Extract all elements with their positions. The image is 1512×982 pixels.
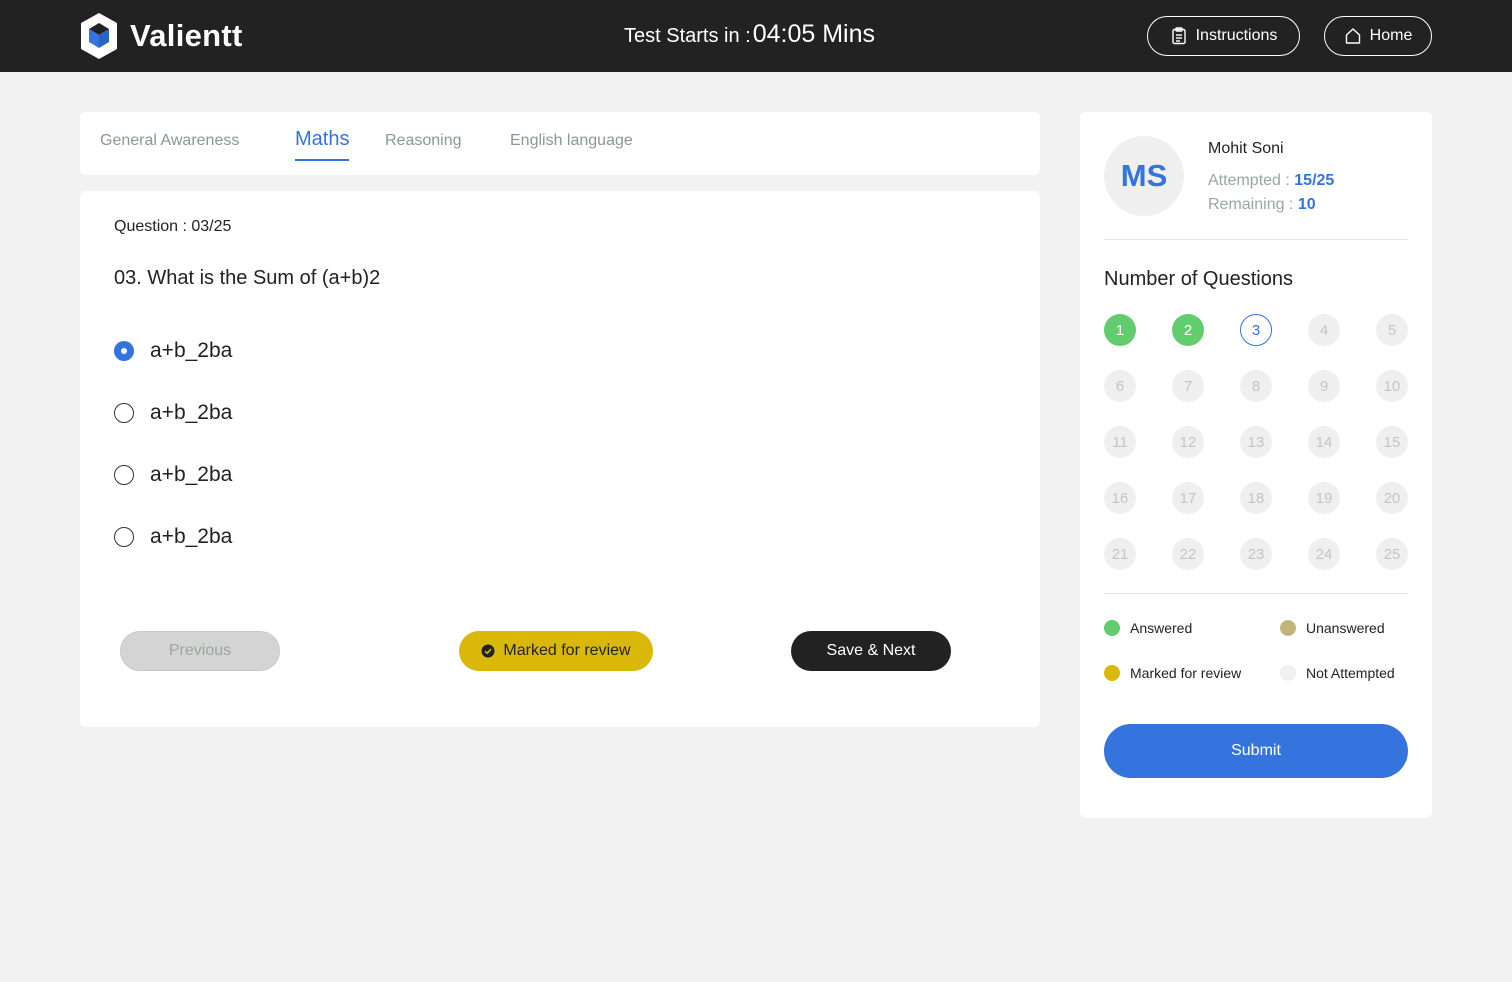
legend-not-attempted: Not Attempted — [1280, 665, 1395, 681]
subject-tabs: General Awareness Maths Reasoning Englis… — [80, 112, 1040, 175]
question-number-23[interactable]: 23 — [1240, 538, 1272, 570]
option-label: a+b_2ba — [150, 339, 233, 362]
instructions-label: Instructions — [1195, 27, 1278, 44]
legend-label: Answered — [1130, 620, 1193, 636]
attempted-label: Attempted : — [1208, 172, 1295, 189]
question-number-10[interactable]: 10 — [1376, 370, 1408, 402]
legend-dot-icon — [1280, 665, 1296, 681]
question-number-3[interactable]: 3 — [1240, 314, 1272, 346]
question-number-19[interactable]: 19 — [1308, 482, 1340, 514]
question-number-8[interactable]: 8 — [1240, 370, 1272, 402]
home-button[interactable]: Home — [1324, 16, 1432, 56]
question-number-12[interactable]: 12 — [1172, 426, 1204, 458]
question-grid: 1 2 3 4 5 6 7 8 9 10 11 12 13 14 15 16 17 18 19 20 21 22 23 24 2… — [1104, 314, 1408, 570]
question-number-6[interactable]: 6 — [1104, 370, 1136, 402]
legend-dot-icon — [1104, 665, 1120, 681]
question-number-21[interactable]: 21 — [1104, 538, 1136, 570]
previous-button[interactable]: Previous — [120, 631, 280, 671]
divider — [1104, 593, 1408, 594]
tab-maths[interactable]: Maths — [295, 128, 350, 161]
home-icon — [1345, 28, 1360, 44]
progress-panel: MS Mohit Soni Attempted : 15/25 Remainin… — [1080, 112, 1432, 818]
top-bar: Valientt Test Starts in : 04:05 Mins Ins… — [0, 0, 1512, 72]
question-number-25[interactable]: 25 — [1376, 538, 1408, 570]
question-number-17[interactable]: 17 — [1172, 482, 1204, 514]
legend-answered: Answered — [1104, 620, 1192, 636]
legend-label: Not Attempted — [1306, 665, 1395, 681]
question-number-24[interactable]: 24 — [1308, 538, 1340, 570]
timer: Test Starts in : 04:05 Mins — [624, 20, 875, 49]
remaining-value: 10 — [1297, 196, 1316, 213]
logo[interactable]: Valientt — [80, 12, 243, 60]
legend-dot-icon — [1280, 620, 1296, 636]
radio[interactable] — [114, 403, 134, 423]
question-number-22[interactable]: 22 — [1172, 538, 1204, 570]
question-number-18[interactable]: 18 — [1240, 482, 1272, 514]
question-counter: Question : 03/25 — [114, 218, 232, 235]
remaining-label: Remaining : — [1208, 196, 1298, 213]
avatar: MS — [1104, 136, 1184, 216]
timer-label: Test Starts in : — [624, 25, 751, 47]
remaining-stat: Remaining : 10 — [1208, 196, 1316, 214]
question-number-14[interactable]: 14 — [1308, 426, 1340, 458]
question-text: 03. What is the Sum of (a+b)2 — [114, 267, 381, 289]
radio-selected[interactable] — [114, 341, 134, 361]
save-next-button[interactable]: Save & Next — [791, 631, 951, 671]
option-4[interactable]: a+b_2ba — [114, 525, 232, 549]
question-number-13[interactable]: 13 — [1240, 426, 1272, 458]
option-label: a+b_2ba — [150, 525, 233, 548]
option-1[interactable]: a+b_2ba — [114, 339, 232, 363]
question-number-20[interactable]: 20 — [1376, 482, 1408, 514]
legend-unanswered: Unanswered — [1280, 620, 1385, 636]
home-label: Home — [1369, 27, 1413, 44]
question-number-1[interactable]: 1 — [1104, 314, 1136, 346]
instructions-button[interactable]: Instructions — [1147, 16, 1300, 56]
user-name: Mohit Soni — [1208, 140, 1284, 157]
legend-label: Unanswered — [1306, 620, 1385, 636]
submit-button[interactable]: Submit — [1104, 724, 1408, 778]
mark-for-review-button[interactable]: Marked for review — [459, 631, 653, 671]
legend-marked-for-review: Marked for review — [1104, 665, 1241, 681]
legend-label: Marked for review — [1130, 665, 1242, 681]
question-number-5[interactable]: 5 — [1376, 314, 1408, 346]
question-number-16[interactable]: 16 — [1104, 482, 1136, 514]
timer-value: 04:05 Mins — [752, 20, 876, 48]
divider — [1104, 239, 1408, 240]
radio[interactable] — [114, 465, 134, 485]
option-label: a+b_2ba — [150, 463, 233, 486]
question-number-4[interactable]: 4 — [1308, 314, 1340, 346]
question-number-2[interactable]: 2 — [1172, 314, 1204, 346]
questions-title: Number of Questions — [1104, 268, 1293, 290]
cube-logo-icon — [81, 13, 117, 59]
question-number-9[interactable]: 9 — [1308, 370, 1340, 402]
tab-english-language[interactable]: English language — [510, 132, 633, 150]
option-2[interactable]: a+b_2ba — [114, 401, 232, 425]
legend-dot-icon — [1104, 620, 1120, 636]
question-number-15[interactable]: 15 — [1376, 426, 1408, 458]
question-card: Question : 03/25 03. What is the Sum of … — [80, 191, 1040, 727]
question-number-11[interactable]: 11 — [1104, 426, 1136, 458]
brand-name: Valientt — [130, 18, 243, 53]
radio[interactable] — [114, 527, 134, 547]
question-number-7[interactable]: 7 — [1172, 370, 1204, 402]
attempted-value: 15/25 — [1294, 172, 1335, 189]
attempted-stat: Attempted : 15/25 — [1208, 172, 1334, 190]
clipboard-icon — [1171, 27, 1186, 45]
mark-for-review-label: Marked for review — [503, 642, 631, 659]
option-label: a+b_2ba — [150, 401, 233, 424]
check-badge-icon — [481, 644, 495, 658]
tab-reasoning[interactable]: Reasoning — [385, 132, 462, 150]
option-3[interactable]: a+b_2ba — [114, 463, 232, 487]
tab-general-awareness[interactable]: General Awareness — [100, 132, 239, 150]
